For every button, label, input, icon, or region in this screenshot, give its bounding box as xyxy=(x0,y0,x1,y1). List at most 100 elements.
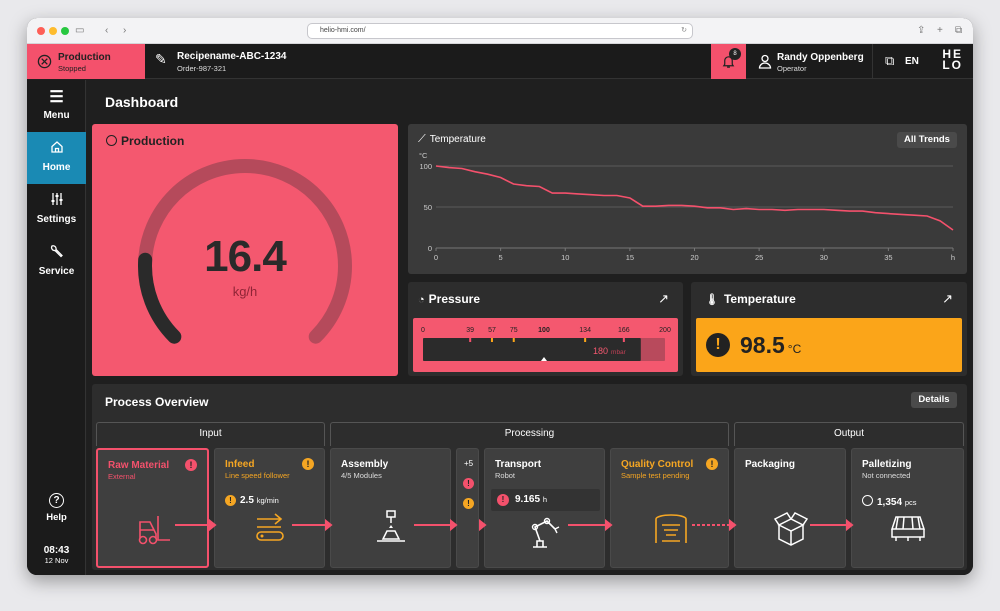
address-bar[interactable]: helio-hmi.com/ ↻ xyxy=(307,23,693,39)
minimize-window-button[interactable] xyxy=(49,27,57,35)
stage-transport[interactable]: Transport Robot ! 9.165 h xyxy=(484,448,605,568)
help-icon: ? xyxy=(49,493,64,508)
x-tick-label: 10 xyxy=(561,253,569,262)
notifications-button[interactable]: 8 xyxy=(711,44,746,79)
process-overview-title: Process Overview xyxy=(105,395,209,409)
reload-icon[interactable]: ↻ xyxy=(681,24,687,38)
logo-bottom: LO xyxy=(942,58,963,72)
robot-arm-icon xyxy=(531,517,560,548)
scanner-icon xyxy=(655,514,687,543)
sidebar-toggle-icon[interactable]: ▭ xyxy=(75,24,84,38)
share-icon[interactable]: ⇪ xyxy=(917,24,925,38)
sidebar-item-settings[interactable]: Settings xyxy=(27,184,86,236)
pressure-readout: 180 mbar xyxy=(593,346,626,356)
stage-metric: ! 2.5 kg/min xyxy=(225,495,279,506)
x-tick-label: 5 xyxy=(499,253,503,262)
stage-metric-unit: h xyxy=(542,495,547,504)
new-tab-icon[interactable]: + xyxy=(937,24,943,38)
pressure-limit-marker xyxy=(490,338,493,342)
stage-infeed[interactable]: Infeed Line speed follower ! ! 2.5 kg/min xyxy=(214,448,325,568)
group-output: Output xyxy=(734,422,964,446)
pressure-gauge: 0 39 57 75 100 134 166 200 180 mbar xyxy=(413,318,678,372)
stage-metric: ! 9.165 h xyxy=(491,489,600,511)
production-unit: kg/h xyxy=(232,284,258,299)
process-overview-card: Process Overview Details Input Processin… xyxy=(92,384,967,570)
tabs-overview-icon[interactable]: ⧉ xyxy=(955,24,962,38)
stage-subtitle: Not connected xyxy=(862,471,911,480)
temperature-title-text: Temperature xyxy=(723,292,796,306)
stage-subtitle: Robot xyxy=(495,471,516,480)
close-window-button[interactable] xyxy=(37,27,45,35)
forward-icon[interactable]: › xyxy=(123,24,126,38)
temperature-series-line xyxy=(435,165,954,231)
back-icon[interactable]: ‹ xyxy=(105,24,108,38)
stage-title: Palletizing xyxy=(862,459,912,470)
group-input: Input xyxy=(96,422,325,446)
pallet-icon xyxy=(890,516,926,541)
clock-date: 12 Nov xyxy=(44,556,69,565)
x-tick-label: 0 xyxy=(434,253,438,262)
stage-subtitle: Sample test pending xyxy=(621,471,690,480)
pressure-scale-label: 0 xyxy=(421,327,425,334)
conveyor-icon xyxy=(256,513,284,541)
production-status-value: Stopped xyxy=(58,64,86,73)
notification-count-badge: 8 xyxy=(729,48,741,60)
stage-title: Quality Control xyxy=(621,459,694,470)
pressure-value: 180 xyxy=(593,346,609,356)
hidden-stages-count: +5 xyxy=(463,459,474,468)
stage-packaging[interactable]: Packaging xyxy=(734,448,846,568)
sidebar-item-home[interactable]: Home xyxy=(27,132,86,184)
help-button[interactable]: ? Help xyxy=(27,493,86,523)
y-tick-label: 0 xyxy=(428,244,432,253)
pressure-scale-label: 100 xyxy=(538,327,550,334)
production-status-label: Production xyxy=(58,52,111,63)
zoom-window-button[interactable] xyxy=(61,27,69,35)
temperature-trend-card: ⟋ Temperature All Trends 0 50 100 °C 0 5 10 15 20… xyxy=(408,124,967,274)
x-tick-label: 20 xyxy=(690,253,698,262)
y-tick-label: 100 xyxy=(419,162,432,171)
temperature-value-panel: ! 98.5 °C xyxy=(696,318,962,372)
stage-subtitle: 4/5 Modules xyxy=(341,471,382,480)
production-value: 16.4 xyxy=(204,232,287,281)
temperature-unit: °C xyxy=(787,342,802,356)
wrench-icon xyxy=(27,244,86,266)
clock-time: 08:43 xyxy=(43,545,70,556)
stage-title: Infeed xyxy=(225,459,255,470)
stage-palletizing[interactable]: Palletizing Not connected 1,354 pcs xyxy=(851,448,964,568)
stage-raw-material[interactable]: Raw Material External ! xyxy=(96,448,209,568)
expand-arrow-icon[interactable]: ↗ xyxy=(942,291,953,307)
box-icon xyxy=(773,512,809,546)
stage-assembly[interactable]: Assembly 4/5 Modules xyxy=(330,448,451,568)
pressure-scale-label: 166 xyxy=(618,327,630,334)
stage-metric-unit: kg/min xyxy=(256,496,279,505)
details-button[interactable]: Details xyxy=(911,392,957,408)
expand-arrow-icon[interactable]: ↗ xyxy=(658,291,669,307)
pressure-limit-marker xyxy=(584,338,587,342)
stage-metric-value: 9.165 xyxy=(515,494,541,505)
hidden-stages-indicator[interactable]: +5 ! ! xyxy=(456,448,479,568)
stage-metric-unit: pcs xyxy=(904,498,917,507)
sidebar-item-menu[interactable]: ☰ Menu xyxy=(27,80,86,132)
production-status-button[interactable]: Production Stopped xyxy=(27,44,145,79)
warning-icon: ! xyxy=(225,495,236,506)
sidebar-item-service[interactable]: Service xyxy=(27,236,86,288)
pressure-bar: 0 39 57 75 100 134 166 200 xyxy=(421,327,671,361)
stage-quality-control[interactable]: Quality Control Sample test pending ! xyxy=(610,448,729,568)
temperature-readout: 98.5 °C xyxy=(740,332,801,359)
stage-title: Transport xyxy=(495,459,542,470)
forklift-icon xyxy=(138,516,170,545)
x-tick-label: 25 xyxy=(755,253,763,262)
test-tube-icon: ✎ xyxy=(155,51,167,67)
stage-subtitle: External xyxy=(108,472,136,481)
language-icon: ⧉ xyxy=(885,53,895,68)
warning-icon: ! xyxy=(463,498,474,509)
stage-metric-value: 1,354 xyxy=(877,497,903,508)
stage-title: Raw Material xyxy=(108,460,170,471)
order-number: Order-987-321 xyxy=(177,64,227,73)
warning-icon: ! xyxy=(706,333,730,357)
pressure-icon: ◔ xyxy=(418,294,425,306)
user-menu[interactable]: Randy Oppenberg Operator xyxy=(756,44,873,79)
stage-metric-value: 2.5 xyxy=(240,495,254,506)
error-icon: ! xyxy=(497,494,509,506)
browser-window: ▭ ‹ › helio-hmi.com/ ↻ ⇪ + ⧉ Production … xyxy=(27,18,973,575)
